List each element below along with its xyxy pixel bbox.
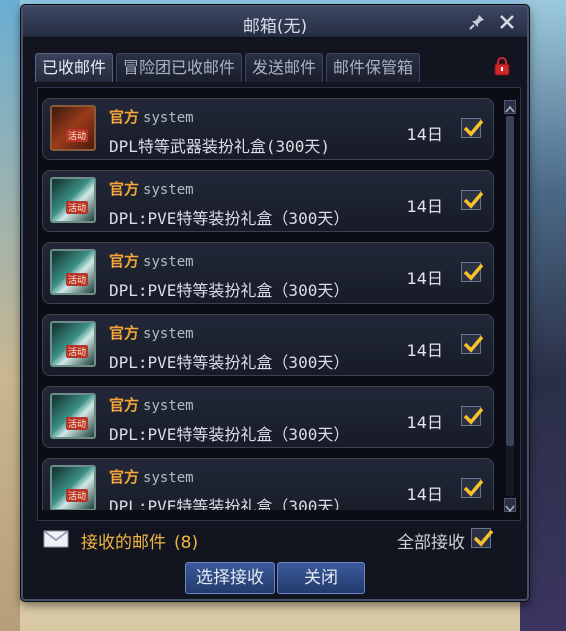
- mail-sender: 官方 system: [109, 322, 194, 343]
- mail-checkbox[interactable]: [461, 406, 484, 426]
- costume-box-icon: 活动: [50, 393, 96, 439]
- mail-expiry: 14日: [406, 413, 443, 432]
- mail-checkbox[interactable]: [461, 118, 484, 138]
- mail-sender: 官方 system: [109, 178, 194, 199]
- mail-checkbox[interactable]: [461, 334, 484, 354]
- sender-name: system: [143, 326, 194, 342]
- mail-checkbox[interactable]: [461, 262, 484, 282]
- mail-sender: 官方 system: [109, 106, 194, 127]
- envelope-icon: [43, 530, 69, 548]
- select-receive-button[interactable]: 选择接收: [185, 562, 275, 594]
- scroll-track[interactable]: [506, 116, 514, 496]
- chevron-down-icon: [505, 505, 515, 513]
- official-tag: 官方: [109, 324, 140, 342]
- mail-tabs: 已收邮件 冒险团已收邮件 发送邮件 邮件保管箱: [35, 53, 421, 82]
- scroll-up-button[interactable]: [504, 100, 516, 114]
- mail-sender: 官方 system: [109, 466, 194, 487]
- check-icon: [463, 119, 484, 137]
- check-icon: [473, 529, 494, 547]
- receive-all-label: 全部接收: [397, 533, 465, 553]
- mail-expiry: 14日: [406, 125, 443, 144]
- mail-item[interactable]: 活动 官方 system DPL特等武器装扮礼盒(300天) 14日: [42, 98, 494, 160]
- mail-expiry: 14日: [406, 341, 443, 360]
- window-title: 邮箱(无): [242, 17, 308, 37]
- mail-sender: 官方 system: [109, 394, 194, 415]
- mail-title: DPL特等武器装扮礼盒(300天): [109, 137, 331, 156]
- mail-sender: 官方 system: [109, 250, 194, 271]
- costume-box-icon: 活动: [50, 249, 96, 295]
- mail-title: DPL:PVE特等装扮礼盒（300天）: [109, 353, 350, 372]
- close-button[interactable]: 关闭: [277, 562, 365, 594]
- close-icon[interactable]: [499, 14, 515, 30]
- receive-all-checkbox[interactable]: [471, 528, 494, 548]
- received-mail-label: 接收的邮件 (8): [81, 528, 198, 553]
- weapon-box-icon: 活动: [50, 105, 96, 151]
- mailbox-window: 邮箱(无) 已收邮件 冒险团已收邮件 发送邮件 邮件保管箱 活动 官方 syste…: [21, 5, 529, 601]
- mail-checkbox[interactable]: [461, 478, 484, 498]
- title-bar[interactable]: 邮箱(无): [23, 7, 527, 38]
- scroll-down-button[interactable]: [504, 498, 516, 513]
- sender-name: system: [143, 398, 194, 414]
- costume-box-icon: 活动: [50, 321, 96, 367]
- costume-box-icon: 活动: [50, 177, 96, 223]
- tab-send-mail[interactable]: 发送邮件: [245, 53, 324, 82]
- scroll-thumb[interactable]: [506, 116, 514, 446]
- official-tag: 官方: [109, 468, 140, 486]
- mail-list-scrollbar[interactable]: [504, 100, 516, 513]
- check-icon: [463, 479, 484, 497]
- costume-box-icon: 活动: [50, 465, 96, 510]
- received-mail-count: (8): [174, 533, 199, 553]
- sender-name: system: [143, 254, 194, 270]
- sender-name: system: [143, 110, 194, 126]
- mail-title: DPL:PVE特等装扮礼盒（300天）: [109, 281, 350, 300]
- tab-received-mail[interactable]: 已收邮件: [35, 53, 114, 82]
- event-badge: 活动: [66, 201, 89, 214]
- event-badge: 活动: [66, 417, 89, 430]
- sender-name: system: [143, 470, 194, 486]
- check-icon: [463, 191, 484, 209]
- event-badge: 活动: [66, 489, 89, 502]
- mail-expiry: 14日: [406, 197, 443, 216]
- sender-name: system: [143, 182, 194, 198]
- mail-expiry: 14日: [406, 269, 443, 288]
- received-mail-text: 接收的邮件: [81, 533, 166, 553]
- mail-item[interactable]: 活动 官方 system DPL:PVE特等装扮礼盒（300天） 14日: [42, 170, 494, 232]
- pin-icon[interactable]: [469, 14, 485, 30]
- event-badge: 活动: [66, 273, 89, 286]
- storage-lock-icon[interactable]: [493, 57, 511, 77]
- check-icon: [463, 407, 484, 425]
- event-badge: 活动: [66, 129, 89, 142]
- official-tag: 官方: [109, 252, 140, 270]
- tab-mail-storage[interactable]: 邮件保管箱: [326, 53, 421, 82]
- mail-checkbox[interactable]: [461, 190, 484, 210]
- mail-list-frame: 活动 官方 system DPL特等武器装扮礼盒(300天) 14日 活动 官方 s…: [37, 87, 521, 521]
- mail-expiry: 14日: [406, 485, 443, 504]
- mail-item[interactable]: 活动 官方 system DPL:PVE特等装扮礼盒（300天） 14日: [42, 314, 494, 376]
- mail-list: 活动 官方 system DPL特等武器装扮礼盒(300天) 14日 活动 官方 s…: [42, 98, 494, 510]
- mail-item[interactable]: 活动 官方 system DPL:PVE特等装扮礼盒（300天） 14日: [42, 458, 494, 510]
- check-icon: [463, 263, 484, 281]
- chevron-up-icon: [505, 105, 515, 113]
- tab-team-received-mail[interactable]: 冒险团已收邮件: [116, 53, 243, 82]
- official-tag: 官方: [109, 396, 140, 414]
- official-tag: 官方: [109, 108, 140, 126]
- event-badge: 活动: [66, 345, 89, 358]
- mail-item[interactable]: 活动 官方 system DPL:PVE特等装扮礼盒（300天） 14日: [42, 242, 494, 304]
- mail-title: DPL:PVE特等装扮礼盒（300天）: [109, 209, 350, 228]
- mail-item[interactable]: 活动 官方 system DPL:PVE特等装扮礼盒（300天） 14日: [42, 386, 494, 448]
- mail-title: DPL:PVE特等装扮礼盒（300天）: [109, 497, 350, 510]
- game-background-left: [0, 0, 20, 631]
- mail-title: DPL:PVE特等装扮礼盒（300天）: [109, 425, 350, 444]
- check-icon: [463, 335, 484, 353]
- official-tag: 官方: [109, 180, 140, 198]
